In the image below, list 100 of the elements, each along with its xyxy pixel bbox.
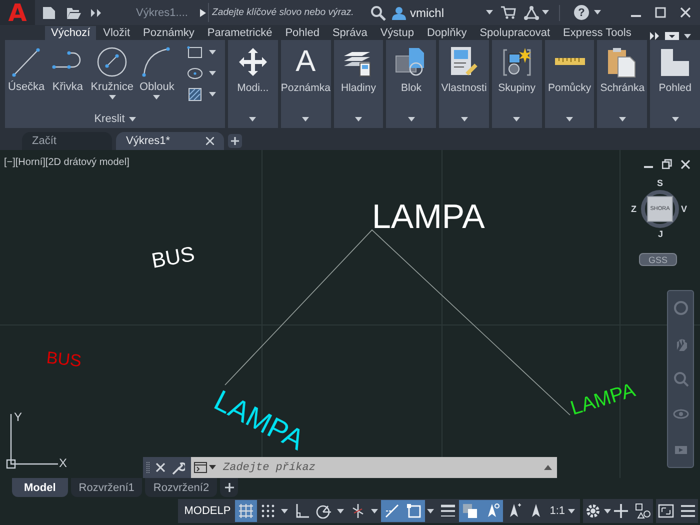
caret-icon[interactable] bbox=[354, 117, 362, 122]
caret-icon[interactable] bbox=[427, 508, 434, 514]
document-tab[interactable]: Výkres1* bbox=[116, 132, 224, 150]
ribbon-tab[interactable]: Výstup bbox=[374, 26, 420, 40]
plus-icon[interactable] bbox=[613, 503, 629, 519]
layout-tab[interactable]: Model bbox=[12, 478, 68, 497]
layout-tab[interactable]: Rozvržení1 bbox=[70, 478, 142, 497]
compass-label[interactable]: S bbox=[657, 179, 664, 188]
user-name[interactable]: vmichl bbox=[410, 6, 486, 20]
more-tabs-icon[interactable] bbox=[650, 32, 660, 40]
osnap-toggle[interactable] bbox=[402, 500, 425, 522]
ribbon-tool-button[interactable]: Křivka bbox=[48, 45, 88, 111]
isolate-icon[interactable] bbox=[635, 503, 651, 519]
caret-icon[interactable] bbox=[604, 508, 610, 514]
ribbon-tab[interactable]: Pohled bbox=[279, 26, 326, 40]
wrench-icon[interactable] bbox=[171, 460, 185, 474]
annotation-scale-button[interactable]: 1:1 bbox=[546, 500, 578, 522]
ribbon-tool-button[interactable]: Úsečka bbox=[5, 45, 48, 111]
close-icon[interactable] bbox=[156, 463, 165, 472]
ribbon-tool-button[interactable]: Kružnice bbox=[88, 45, 136, 111]
caret-icon[interactable] bbox=[337, 508, 344, 514]
ribbon-tab[interactable]: Výchozí bbox=[45, 26, 96, 40]
more-icon[interactable] bbox=[90, 8, 102, 18]
compass-label[interactable]: Z bbox=[631, 205, 636, 214]
ribbon-tab[interactable]: Parametrické bbox=[201, 26, 278, 40]
fullscreen-icon[interactable] bbox=[658, 503, 674, 519]
ribbon-tool-button[interactable]: Oblouk bbox=[136, 45, 178, 111]
cart-icon[interactable] bbox=[501, 6, 516, 19]
transparency-toggle[interactable] bbox=[458, 500, 481, 522]
annotation-toggle[interactable] bbox=[480, 500, 503, 522]
ribbon-tab[interactable]: Správa bbox=[326, 26, 374, 40]
caret-icon[interactable] bbox=[672, 117, 679, 122]
ribbon-tab[interactable]: Doplňky bbox=[420, 26, 473, 40]
ribbon-panel-button[interactable]: Pohled bbox=[658, 46, 692, 94]
caret-icon[interactable] bbox=[108, 95, 116, 100]
restore-icon[interactable] bbox=[662, 159, 672, 169]
ribbon-tab[interactable]: Poznámky bbox=[137, 26, 200, 40]
caret-icon[interactable] bbox=[542, 10, 549, 15]
ribbon-panel-button[interactable]: Blok bbox=[395, 46, 428, 94]
expand-icon[interactable] bbox=[200, 8, 206, 16]
caret-icon[interactable] bbox=[513, 117, 520, 122]
caret-icon[interactable] bbox=[153, 95, 160, 100]
ribbon-tab[interactable]: Vložit bbox=[97, 26, 136, 40]
hatch-tool-icon[interactable] bbox=[187, 87, 204, 102]
ribbon-panel-button[interactable]: Vlastnosti bbox=[441, 46, 487, 94]
maximize-icon[interactable] bbox=[655, 7, 666, 18]
ribbon-tab[interactable]: Express Tools bbox=[557, 26, 638, 40]
caret-icon[interactable] bbox=[281, 508, 288, 514]
ribbon-panel-button[interactable]: Pomůcky bbox=[548, 46, 592, 94]
viewport-control[interactable]: [2D drátový model] bbox=[45, 157, 130, 168]
compass-label[interactable]: V bbox=[681, 205, 688, 214]
document-tab[interactable]: Začít bbox=[22, 132, 112, 150]
grip-icon[interactable] bbox=[146, 460, 150, 474]
viewport-control[interactable]: [−] bbox=[4, 157, 16, 168]
new-file-icon[interactable] bbox=[42, 6, 56, 20]
caret-icon[interactable] bbox=[128, 116, 136, 122]
network-icon[interactable] bbox=[524, 6, 539, 20]
caret-icon[interactable] bbox=[371, 508, 378, 514]
caret-icon[interactable] bbox=[249, 117, 256, 122]
compass-label[interactable]: J bbox=[658, 230, 664, 239]
ellipse-tool-icon[interactable] bbox=[187, 66, 204, 81]
caret-icon[interactable] bbox=[209, 71, 216, 76]
caret-icon[interactable] bbox=[209, 465, 216, 470]
search-icon[interactable] bbox=[370, 4, 386, 20]
ribbon-panel-button[interactable]: Modi... bbox=[236, 46, 269, 94]
new-layout-button[interactable] bbox=[220, 478, 238, 497]
ribbon-panel-button[interactable]: Schránka bbox=[600, 46, 645, 94]
caret-icon[interactable] bbox=[302, 117, 310, 122]
close-icon[interactable] bbox=[680, 7, 691, 18]
caret-icon[interactable] bbox=[209, 50, 216, 55]
caret-icon[interactable] bbox=[594, 10, 601, 15]
command-input[interactable]: Zadejte příkaz bbox=[219, 457, 539, 478]
caret-icon[interactable] bbox=[568, 508, 575, 514]
expand-up-icon[interactable] bbox=[544, 465, 552, 470]
new-tab-button[interactable] bbox=[228, 134, 242, 148]
model-space-button[interactable]: MODELP bbox=[180, 500, 235, 522]
ribbon-panel-button[interactable]: Hladiny bbox=[340, 46, 376, 94]
grid-toggle[interactable] bbox=[234, 500, 257, 522]
rectangle-tool-icon[interactable] bbox=[187, 45, 204, 60]
close-icon[interactable] bbox=[206, 137, 214, 145]
caret-icon[interactable] bbox=[566, 117, 574, 122]
layout-tab[interactable]: Rozvržení2 bbox=[145, 478, 218, 497]
viewport-control[interactable]: [Horní] bbox=[15, 157, 46, 168]
gear-icon[interactable] bbox=[585, 503, 601, 519]
command-history-button[interactable] bbox=[191, 457, 219, 478]
caret-icon[interactable] bbox=[408, 117, 415, 122]
ribbon-panel-button[interactable]: Skupiny bbox=[498, 46, 536, 94]
help-button[interactable]: ? bbox=[574, 5, 589, 20]
menu-icon[interactable] bbox=[680, 503, 696, 519]
panel-title[interactable]: Kreslit bbox=[5, 110, 226, 128]
panel-toggle-icon[interactable] bbox=[665, 32, 680, 40]
caret-icon[interactable] bbox=[209, 92, 216, 97]
tracking-toggle[interactable] bbox=[380, 500, 403, 522]
caret-icon[interactable] bbox=[460, 117, 468, 122]
user-icon[interactable] bbox=[392, 6, 406, 20]
caret-icon[interactable] bbox=[486, 10, 493, 15]
ribbon-panel-button[interactable]: A Poznámka bbox=[280, 46, 330, 94]
open-folder-icon[interactable] bbox=[66, 6, 82, 20]
close-icon[interactable] bbox=[681, 160, 690, 168]
ribbon-tab[interactable]: Spolupracovat bbox=[474, 26, 556, 40]
